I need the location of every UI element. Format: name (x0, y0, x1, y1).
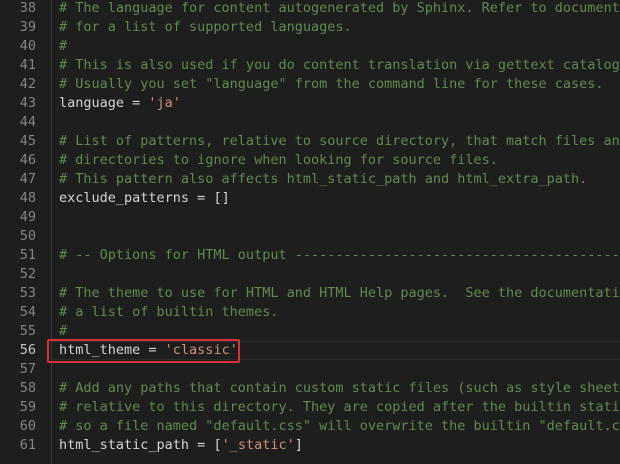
punctuation-token: ] (294, 437, 303, 453)
line-number: 52 (19, 266, 36, 282)
operator-token: = (189, 437, 214, 453)
code-editor[interactable]: 38 # The language for content autogenerat… (0, 0, 620, 464)
code-line[interactable]: 61 html_static_path = ['_static'] (0, 436, 620, 455)
line-code[interactable]: html_static_path = ['_static'] (59, 436, 303, 455)
line-number: 53 (19, 285, 36, 301)
line-code[interactable]: # The theme to use for HTML and HTML Hel… (59, 284, 620, 303)
code-line[interactable]: 59 # relative to this directory. They are… (0, 398, 620, 417)
line-number: 48 (19, 190, 36, 206)
line-code[interactable]: # This is also used if you do content tr… (59, 56, 620, 75)
line-code[interactable]: # so a file named "default.css" will ove… (59, 417, 620, 436)
code-line[interactable]: 38 # The language for content autogenerat… (0, 0, 620, 18)
code-line[interactable]: 42 # Usually you set "language" from the … (0, 75, 620, 94)
comment-token: # This is also used if you do content tr… (59, 57, 620, 73)
line-number: 57 (19, 361, 36, 377)
line-number: 49 (19, 209, 36, 225)
code-line[interactable]: 51 # -- Options for HTML output ---------… (0, 246, 620, 265)
line-code[interactable]: # (59, 37, 67, 56)
line-number: 60 (19, 418, 36, 434)
identifier-token: language (59, 95, 125, 111)
line-number: 42 (19, 76, 36, 92)
line-code[interactable]: exclude_patterns = [] (59, 189, 230, 208)
line-code[interactable]: # relative to this directory. They are c… (59, 398, 620, 417)
identifier-token: html_static_path (59, 437, 190, 453)
code-line[interactable]: 39 # for a list of supported languages. (0, 18, 620, 37)
operator-token: = (189, 190, 214, 206)
code-line[interactable]: 49 (0, 208, 620, 227)
comment-token: # for a list of supported languages. (59, 19, 352, 35)
comment-token: # List of patterns, relative to source d… (59, 133, 620, 149)
comment-token: # The language for content autogenerated… (59, 0, 620, 16)
code-line[interactable]: 48 exclude_patterns = [] (0, 189, 620, 208)
comment-token: # so a file named "default.css" will ove… (59, 418, 620, 434)
code-line[interactable]: 46 # directories to ignore when looking f… (0, 151, 620, 170)
line-number: 50 (19, 228, 36, 244)
line-number: 59 (19, 399, 36, 415)
comment-token: # This pattern also affects html_static_… (59, 171, 588, 187)
code-line[interactable]: 41 # This is also used if you do content … (0, 56, 620, 75)
code-line[interactable]: 43 language = 'ja' (0, 94, 620, 113)
line-number: 40 (19, 38, 36, 54)
line-code[interactable]: # Add any paths that contain custom stat… (59, 379, 620, 398)
line-code[interactable]: # for a list of supported languages. (59, 18, 352, 37)
code-line[interactable]: 58 # Add any paths that contain custom st… (0, 379, 620, 398)
line-code[interactable]: # -- Options for HTML output -----------… (59, 246, 620, 265)
code-line[interactable]: 50 (0, 227, 620, 246)
code-line[interactable]: 54 # a list of builtin themes. (0, 303, 620, 322)
comment-token: # -- Options for HTML output -----------… (59, 247, 620, 263)
line-number: 46 (19, 152, 36, 168)
string-token: 'ja' (148, 95, 181, 111)
line-number: 55 (19, 323, 36, 339)
identifier-token: exclude_patterns (59, 190, 190, 206)
line-code[interactable]: # a list of builtin themes. (59, 303, 278, 322)
comment-token: # (59, 38, 68, 54)
operator-token: = (124, 95, 149, 111)
line-number: 41 (19, 57, 36, 73)
code-line[interactable]: 40 # (0, 37, 620, 56)
line-number: 38 (19, 0, 36, 16)
line-number: 43 (19, 95, 36, 111)
line-number: 58 (19, 380, 36, 396)
line-number: 51 (19, 247, 36, 263)
line-code[interactable]: # This pattern also affects html_static_… (59, 170, 587, 189)
line-number: 54 (19, 304, 36, 320)
punctuation-token: [ (213, 437, 222, 453)
code-line[interactable]: 44 (0, 113, 620, 132)
comment-token: # Add any paths that contain custom stat… (59, 380, 620, 396)
code-lines[interactable]: 38 # The language for content autogenerat… (0, 0, 620, 455)
comment-token: # relative to this directory. They are c… (59, 399, 620, 415)
comment-token: # a list of builtin themes. (59, 304, 279, 320)
code-line[interactable]: 47 # This pattern also affects html_stati… (0, 170, 620, 189)
annotation-highlight-box (47, 339, 240, 363)
comment-token: # (59, 323, 68, 339)
line-number: 39 (19, 19, 36, 35)
line-code[interactable]: # List of patterns, relative to source d… (59, 132, 620, 151)
comment-token: # Usually you set "language" from the co… (59, 76, 604, 92)
punctuation-token: [] (213, 190, 230, 206)
code-line[interactable]: 52 (0, 265, 620, 284)
code-line[interactable]: 60 # so a file named "default.css" will o… (0, 417, 620, 436)
line-code[interactable]: language = 'ja' (59, 94, 181, 113)
line-number: 56 (19, 342, 36, 358)
comment-token: # directories to ignore when looking for… (59, 152, 498, 168)
line-number: 45 (19, 133, 36, 149)
line-code[interactable]: # Usually you set "language" from the co… (59, 75, 604, 94)
line-code[interactable]: # directories to ignore when looking for… (59, 151, 498, 170)
line-number: 47 (19, 171, 36, 187)
comment-token: # The theme to use for HTML and HTML Hel… (59, 285, 620, 301)
string-token: '_static' (221, 437, 295, 453)
code-line[interactable]: 53 # The theme to use for HTML and HTML H… (0, 284, 620, 303)
line-number: 61 (19, 437, 36, 453)
line-number: 44 (19, 114, 36, 130)
code-line[interactable]: 45 # List of patterns, relative to source… (0, 132, 620, 151)
line-code[interactable]: # The language for content autogenerated… (59, 0, 620, 18)
